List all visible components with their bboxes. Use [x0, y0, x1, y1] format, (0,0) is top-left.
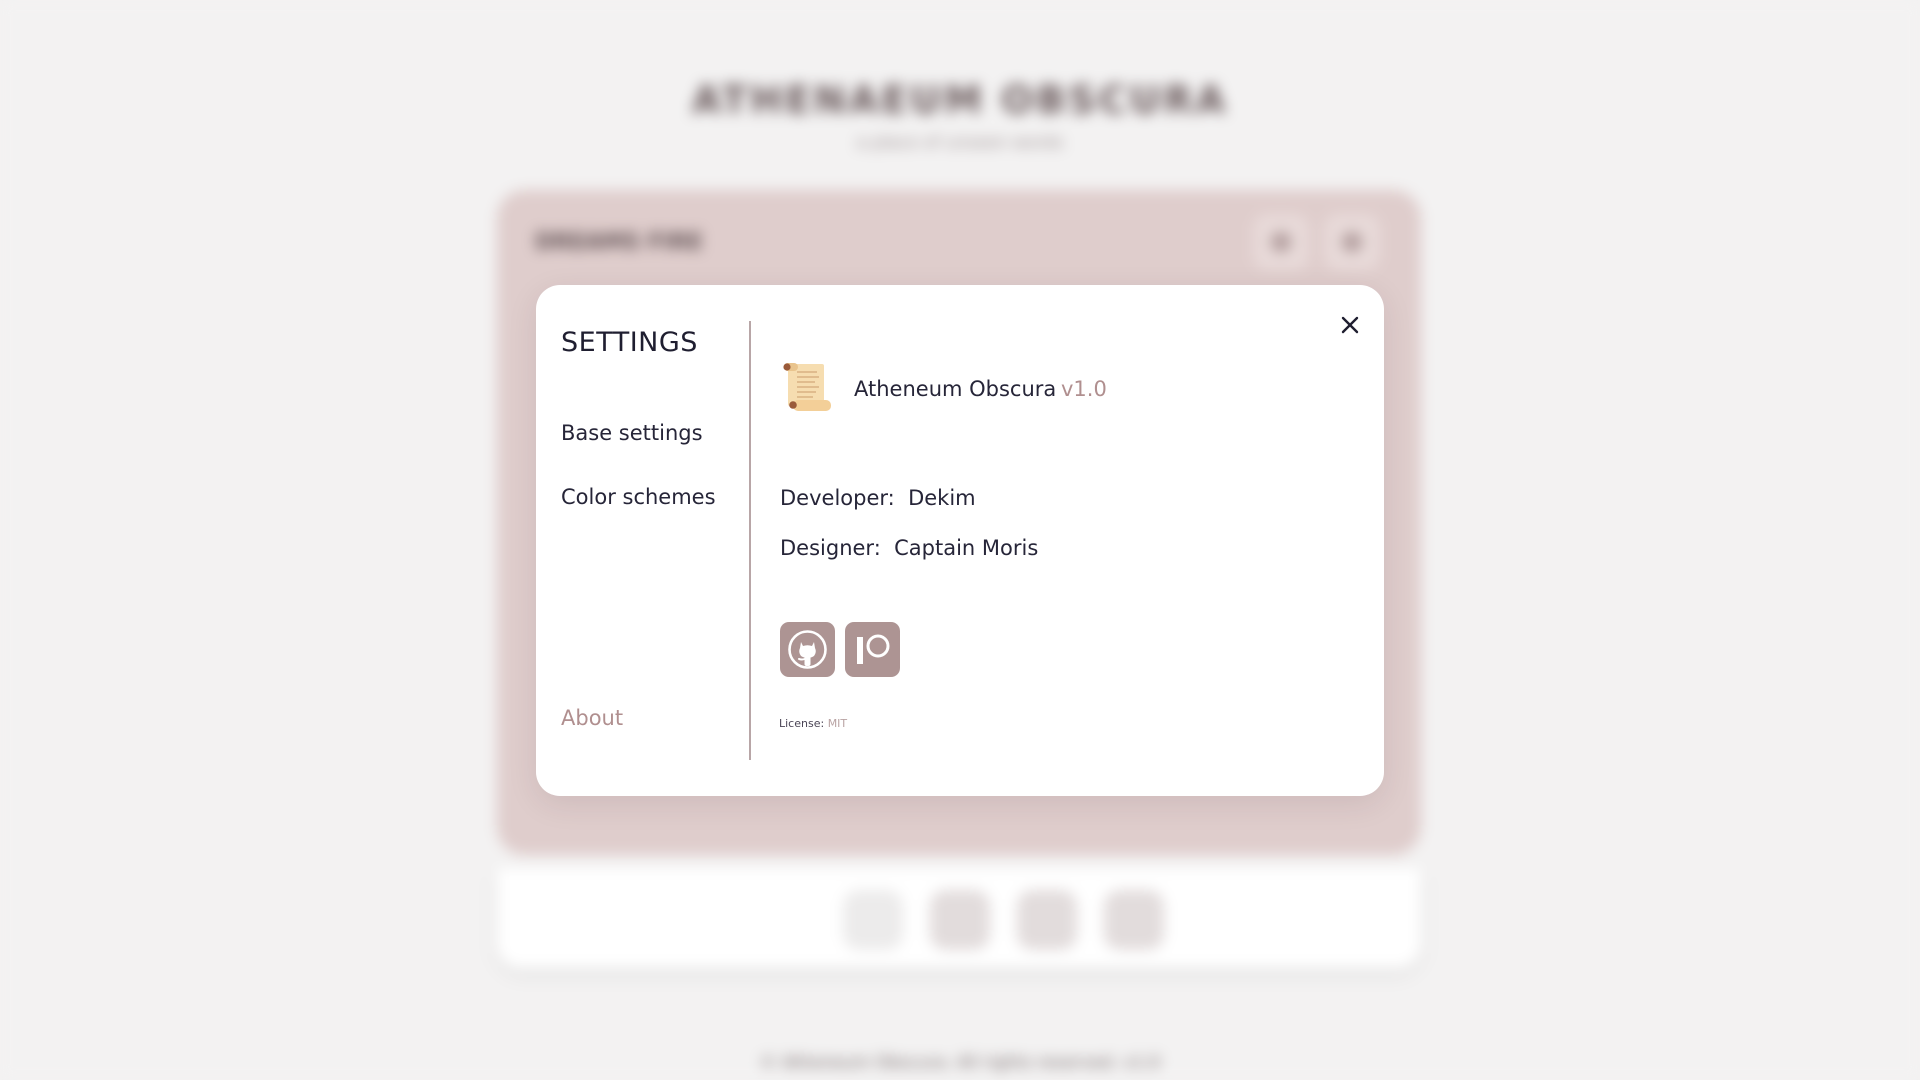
app-version: v1.0: [1061, 377, 1107, 401]
designer-credit: Designer: Captain Moris: [780, 536, 1038, 560]
background-dock-button: [930, 890, 990, 950]
nav-item-about[interactable]: About: [561, 706, 623, 730]
background-copyright: © Atheneum Obscura. All rights reserved.…: [759, 1053, 1161, 1073]
close-icon: [1341, 316, 1359, 334]
background-dock-button: [843, 890, 903, 950]
background-app-title: ATHENAEUM OBSCURA: [691, 78, 1229, 122]
github-link-button[interactable]: [780, 622, 835, 677]
developer-credit: Developer: Dekim: [780, 486, 976, 510]
background-app-subtitle: a place of unseen words: [856, 133, 1064, 153]
close-button[interactable]: [1333, 308, 1367, 342]
settings-title: SETTINGS: [561, 327, 698, 358]
license-label: License:: [779, 717, 825, 730]
designer-label: Designer:: [780, 536, 881, 560]
designer-value: Captain Moris: [894, 536, 1039, 560]
scroll-icon: [779, 359, 835, 415]
settings-modal: SETTINGS Base settings Color schemes Abo…: [536, 285, 1384, 796]
license-text: License: MIT: [779, 717, 847, 730]
patreon-icon: [857, 634, 890, 664]
developer-label: Developer:: [780, 486, 895, 510]
background-card-button: [1253, 214, 1309, 270]
app-name: Atheneum Obscura: [854, 377, 1057, 401]
background-card-button: [1324, 214, 1380, 270]
nav-item-color-schemes[interactable]: Color schemes: [561, 485, 716, 509]
vertical-divider: [749, 321, 751, 760]
patreon-link-button[interactable]: [845, 622, 900, 677]
developer-value: Dekim: [908, 486, 976, 510]
nav-item-base-settings[interactable]: Base settings: [561, 421, 703, 445]
github-icon: [788, 630, 827, 669]
background-card-heading: DREAMS FIRE: [535, 230, 703, 255]
background-dock-button: [1017, 890, 1077, 950]
background-dock-button: [1104, 890, 1164, 950]
license-value[interactable]: MIT: [828, 717, 847, 730]
